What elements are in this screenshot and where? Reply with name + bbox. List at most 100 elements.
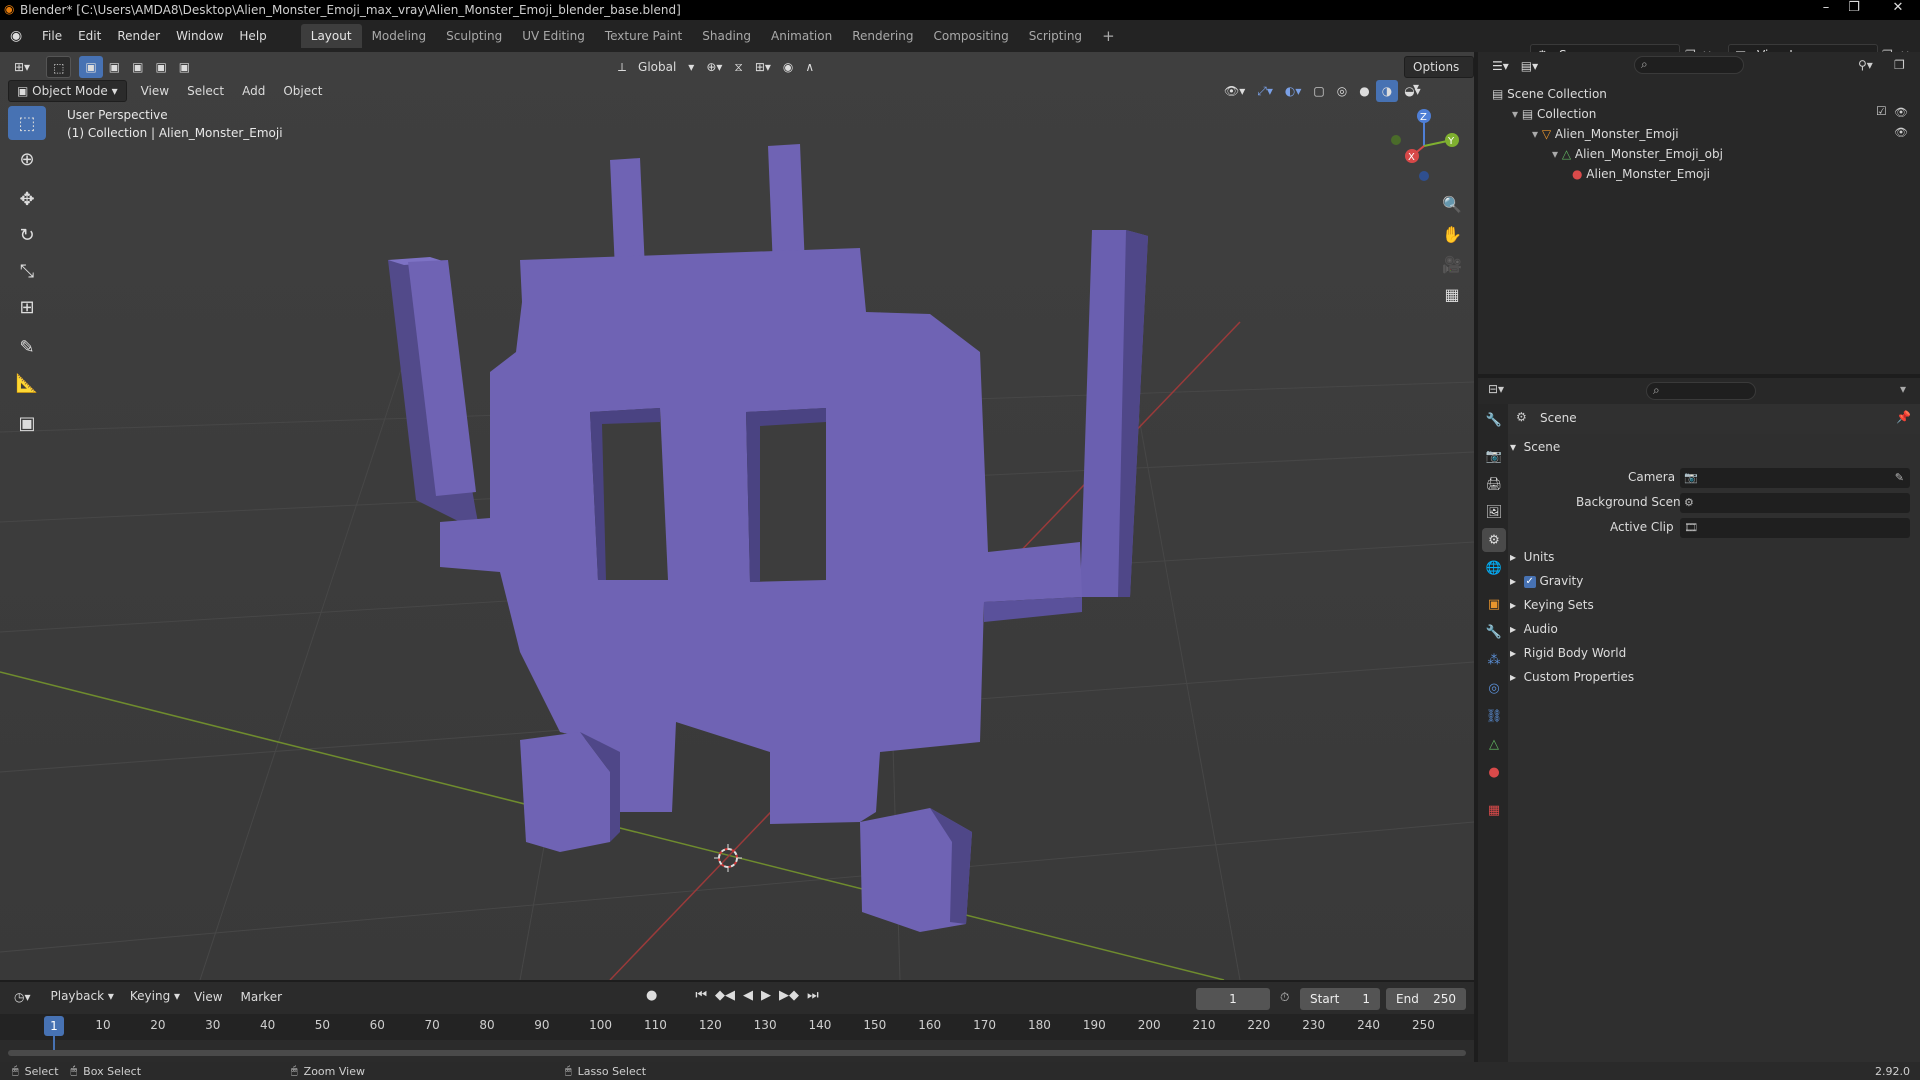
close-button[interactable]: ✕ xyxy=(1878,0,1918,18)
xray-toggle-icon[interactable]: ▢ xyxy=(1307,80,1330,102)
tab-rendering[interactable]: Rendering xyxy=(842,24,923,48)
exclude-checkbox[interactable]: ☑ xyxy=(1876,104,1887,118)
move-tool-icon[interactable]: ✥ xyxy=(8,182,46,216)
keying-sets-panel[interactable]: ▸ Keying Sets xyxy=(1510,594,1594,616)
mode-extend-icon[interactable]: ▣ xyxy=(103,56,126,78)
editor-type-icon[interactable]: ⊞▾ xyxy=(8,56,36,78)
outliner-row[interactable]: ▤ Scene Collection xyxy=(1492,84,1607,104)
outliner-row[interactable]: ▾ ▽ Alien_Monster_Emoji xyxy=(1532,124,1679,144)
snap-icon[interactable]: ⧖ xyxy=(728,56,748,78)
visibility-eye-icon[interactable]: 👁 xyxy=(1894,126,1908,139)
jump-start-icon[interactable]: ⏮ xyxy=(695,988,707,1003)
particles-tab-icon[interactable]: ⁂ xyxy=(1482,648,1506,672)
camera-field[interactable]: 📷 ✎ xyxy=(1680,468,1910,488)
snap-target-icon[interactable]: ⊞▾ xyxy=(749,56,777,78)
data-tab-icon[interactable]: △ xyxy=(1482,732,1506,756)
outliner-editor-type-icon[interactable]: ☰▾ xyxy=(1486,55,1515,77)
timeline-menu-playback[interactable]: Playback ▾ xyxy=(43,986,122,1008)
navigation-gizmo[interactable]: Z Y X xyxy=(1384,106,1464,186)
filter-icon[interactable]: ⚲▾ xyxy=(1858,58,1873,72)
select-tool-icon[interactable]: ⬚ xyxy=(46,56,72,78)
chevron-down-icon[interactable]: ▾ xyxy=(1900,382,1906,396)
mode-dropdown[interactable]: ▣ Object Mode ▾ xyxy=(8,80,127,102)
mode-subtract-icon[interactable]: ▣ xyxy=(126,56,149,78)
rotate-tool-icon[interactable]: ↻ xyxy=(8,218,46,252)
tab-layout[interactable]: Layout xyxy=(300,24,362,48)
chevron-down-icon[interactable]: ▾ xyxy=(1532,127,1542,141)
pin-icon[interactable]: 📌 xyxy=(1896,410,1911,424)
add-workspace-button[interactable]: + xyxy=(1092,24,1125,48)
play-reverse-icon[interactable]: ◀ xyxy=(743,988,753,1003)
render-tab-icon[interactable]: 📷 xyxy=(1482,444,1506,468)
background-scene-field[interactable]: ⚙ xyxy=(1680,493,1910,513)
modifier-tab-icon[interactable]: 🔧 xyxy=(1482,620,1506,644)
tab-uv-editing[interactable]: UV Editing xyxy=(512,24,595,48)
timeline-scrollbar[interactable] xyxy=(8,1050,1466,1056)
record-icon[interactable]: ● xyxy=(646,988,657,1003)
proportional-edit-icon[interactable]: ◉ xyxy=(777,56,799,78)
current-frame-field[interactable]: 1 xyxy=(1196,988,1270,1010)
outliner-row[interactable]: ▾ ▤ Collection xyxy=(1512,104,1596,124)
tab-shading[interactable]: Shading xyxy=(692,24,761,48)
timeline-menu-marker[interactable]: Marker xyxy=(235,986,288,1008)
blender-menu-icon[interactable]: ◉ xyxy=(10,28,34,44)
overlays-toggle-icon[interactable]: ◐▾ xyxy=(1279,80,1308,102)
object-tab-icon[interactable]: ▣ xyxy=(1482,592,1506,616)
viewport-menu-select[interactable]: Select xyxy=(181,80,230,102)
custom-properties-panel[interactable]: ▸ Custom Properties xyxy=(1510,666,1634,688)
menu-edit[interactable]: Edit xyxy=(70,24,109,48)
material-shading-icon[interactable]: ◑ xyxy=(1375,80,1399,102)
outliner-row[interactable]: ▾ △ Alien_Monster_Emoji_obj xyxy=(1552,144,1723,164)
outliner-search-input[interactable]: ⌕ xyxy=(1634,56,1744,74)
chevron-down-icon[interactable]: ▾ xyxy=(1512,107,1522,121)
physics-tab-icon[interactable]: ◎ xyxy=(1482,676,1506,700)
cursor-tool-icon[interactable]: ⊕ xyxy=(8,142,46,176)
chevron-down-icon[interactable]: ▾ xyxy=(1552,147,1562,161)
viewport-menu-object[interactable]: Object xyxy=(277,80,328,102)
units-panel[interactable]: ▸ Units xyxy=(1510,546,1554,568)
tab-compositing[interactable]: Compositing xyxy=(923,24,1018,48)
falloff-icon[interactable]: ∧ xyxy=(799,56,820,78)
mode-intersect-icon[interactable]: ▣ xyxy=(173,56,196,78)
jump-end-icon[interactable]: ⏭ xyxy=(807,988,819,1003)
texture-tab-icon[interactable]: ▦ xyxy=(1482,798,1506,822)
properties-editor-type-icon[interactable]: ⊟▾ xyxy=(1488,382,1504,396)
gravity-panel[interactable]: ▸ ✓ Gravity xyxy=(1510,570,1583,592)
menu-file[interactable]: File xyxy=(34,24,70,48)
timeline-editor-type-icon[interactable]: ◷▾ xyxy=(8,986,37,1008)
mode-invert-icon[interactable]: ▣ xyxy=(149,56,172,78)
timeline-menu-keying[interactable]: Keying ▾ xyxy=(122,986,188,1008)
menu-window[interactable]: Window xyxy=(168,24,231,48)
ortho-grid-icon[interactable]: ▦ xyxy=(1438,280,1466,308)
select-box-tool-icon[interactable]: ⬚ xyxy=(8,106,46,140)
mode-new-icon[interactable]: ▣ xyxy=(79,56,103,78)
camera-view-icon[interactable]: 🎥 xyxy=(1438,250,1466,278)
rigid-body-world-panel[interactable]: ▸ Rigid Body World xyxy=(1510,642,1626,664)
transform-orientation-dropdown[interactable]: Global xyxy=(632,56,682,78)
active-clip-field[interactable]: 🎞 xyxy=(1680,518,1910,538)
eyedropper-icon[interactable]: ✎ xyxy=(1895,468,1904,488)
new-collection-icon[interactable]: ❐ xyxy=(1894,58,1905,72)
audio-panel[interactable]: ▸ Audio xyxy=(1510,618,1558,640)
jump-keyframe-forward-icon[interactable]: ▶◆ xyxy=(779,988,799,1003)
menu-render[interactable]: Render xyxy=(109,24,168,48)
constraints-tab-icon[interactable]: ⛓ xyxy=(1482,704,1506,728)
zoom-icon[interactable]: 🔍 xyxy=(1438,190,1466,218)
gizmo-toggle-icon[interactable]: ⤢▾ xyxy=(1251,80,1279,102)
end-frame-field[interactable]: End 250 xyxy=(1386,988,1466,1010)
options-dropdown[interactable]: Options ▾ xyxy=(1404,56,1474,94)
material-tab-icon[interactable]: ● xyxy=(1482,760,1506,784)
scale-tool-icon[interactable]: ⤡ xyxy=(8,254,46,288)
viewport-menu-add[interactable]: Add xyxy=(236,80,271,102)
tab-modeling[interactable]: Modeling xyxy=(362,24,437,48)
world-tab-icon[interactable]: 🌐 xyxy=(1482,556,1506,580)
visibility-eye-icon[interactable]: 👁 xyxy=(1894,106,1908,119)
play-icon[interactable]: ▶ xyxy=(761,988,771,1003)
pan-hand-icon[interactable]: ✋ xyxy=(1438,220,1466,248)
playhead[interactable]: 1 xyxy=(44,1016,64,1036)
scene-panel-header[interactable]: ▾ Scene xyxy=(1510,436,1560,458)
outliner-row[interactable]: ● Alien_Monster_Emoji xyxy=(1572,164,1710,184)
jump-keyframe-back-icon[interactable]: ◆◀ xyxy=(715,988,735,1003)
output-tab-icon[interactable]: 🖨 xyxy=(1482,472,1506,496)
visibility-eye-icon[interactable]: 👁▾ xyxy=(1218,80,1251,102)
